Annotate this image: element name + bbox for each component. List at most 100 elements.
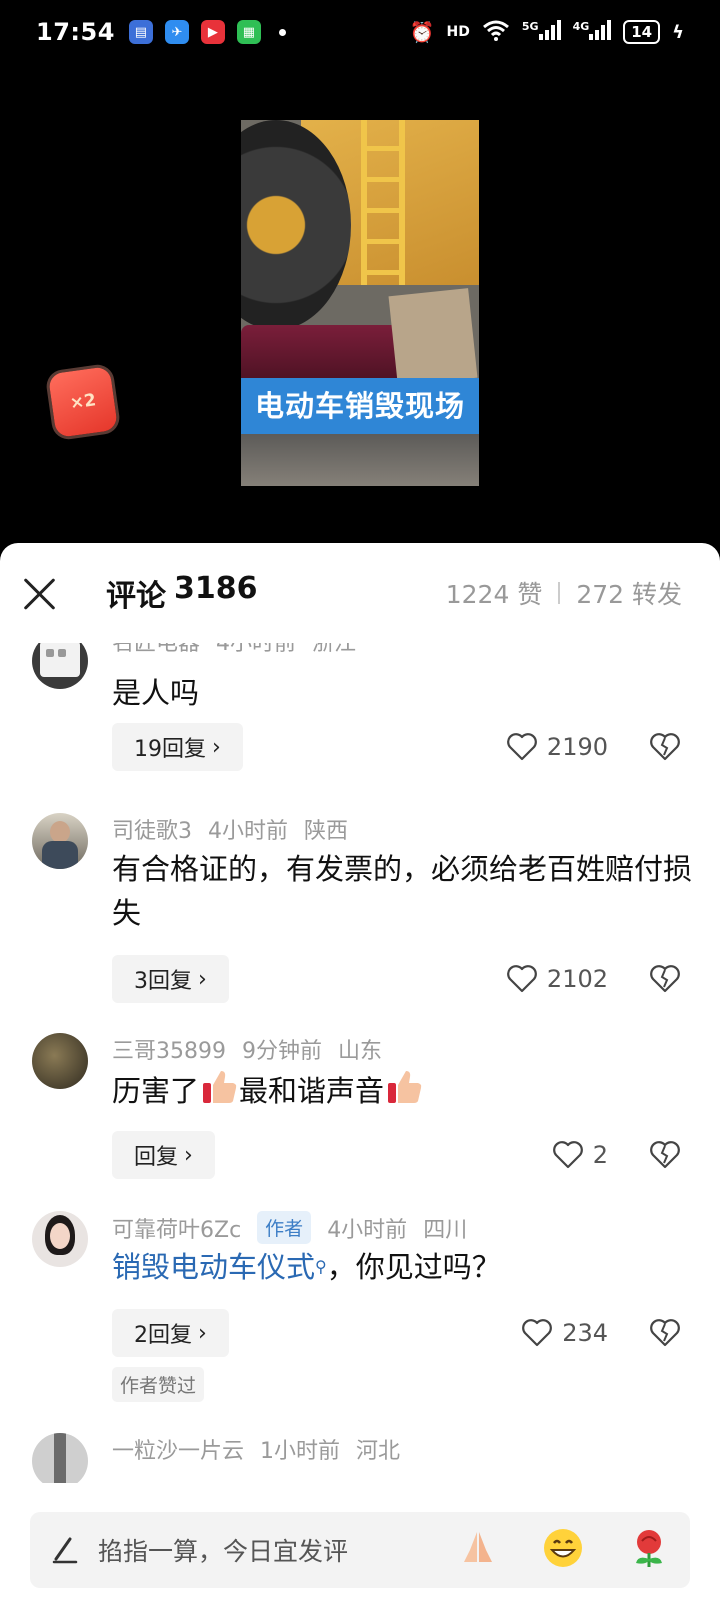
- reply-label: 3回复: [134, 969, 192, 994]
- avatar[interactable]: [32, 813, 88, 869]
- comment-time: 4小时前: [208, 819, 288, 844]
- video-frame[interactable]: 电动车销毁现场: [241, 120, 479, 486]
- video-caption: 电动车销毁现场: [241, 378, 479, 434]
- broken-heart-icon: [650, 733, 680, 761]
- search-link[interactable]: 销毁电动车仪式: [112, 1250, 315, 1284]
- comment-text: 历害了 最和谐声音: [112, 1067, 692, 1119]
- app-notification-icon: ▤: [128, 20, 153, 44]
- signal-4g-icon: 4G: [573, 20, 612, 44]
- pray-emoji[interactable]: [458, 1528, 498, 1572]
- signal-5g-icon: 5G: [522, 20, 561, 44]
- heart-icon: [552, 1141, 583, 1169]
- like-button[interactable]: 234: [522, 1309, 608, 1357]
- status-app-icons: ▤ ✈ ▶ ▦: [128, 20, 286, 44]
- reply-button[interactable]: 回复 ›: [112, 1131, 215, 1179]
- comment-meta: 名匠电器 4小时前 浙江: [112, 643, 356, 657]
- comment-sheet: 评论 3186 1224 赞 272 转发 名匠电器 4小时前 浙江 是人吗 1…: [0, 543, 720, 1612]
- reply-label: 回复: [134, 1145, 179, 1170]
- comment-username[interactable]: 三哥35899: [112, 1033, 226, 1065]
- comment-text: 是人吗: [112, 676, 200, 710]
- shares-total[interactable]: 272 转发: [576, 575, 682, 611]
- heart-icon: [507, 733, 537, 761]
- comment-username[interactable]: 司徒歌3: [112, 813, 192, 845]
- comment-text-part: 历害了: [112, 1074, 200, 1108]
- heart-icon: [522, 1319, 553, 1347]
- video-player[interactable]: 电动车销毁现场 ×2: [0, 64, 720, 544]
- post-stats: 1224 赞 272 转发: [446, 575, 682, 611]
- avatar[interactable]: [32, 1211, 88, 1267]
- comment-time: 4小时前: [327, 1217, 408, 1243]
- comment-username[interactable]: 可靠荷叶6Zc: [112, 1212, 241, 1244]
- comment-count: 3186: [174, 571, 258, 606]
- reply-label: 19回复: [134, 737, 206, 762]
- hd-icon: HD: [446, 24, 470, 40]
- dislike-button[interactable]: [648, 1131, 682, 1179]
- comment-time: 4小时前: [216, 643, 297, 656]
- likes-total[interactable]: 1224 赞: [446, 575, 543, 611]
- comment-input-bar[interactable]: 掐指一算，今日宜发评: [30, 1512, 690, 1588]
- comment-text: 有合格证的，有发票的，必须给老百姓赔付损失: [112, 852, 693, 930]
- comment-location: 山东: [338, 1039, 383, 1064]
- reply-button[interactable]: 2回复 ›: [112, 1309, 229, 1357]
- like-count: 234: [562, 1319, 608, 1347]
- comment-input[interactable]: 掐指一算，今日宜发评: [98, 1532, 348, 1568]
- pen-icon: [50, 1535, 80, 1565]
- avatar[interactable]: [32, 643, 88, 689]
- comment-meta: 可靠荷叶6Zc 作者 4小时前 四川: [112, 1211, 467, 1244]
- broken-heart-icon: [650, 965, 680, 993]
- comment-meta: 三哥35899 9分钟前 山东: [112, 1033, 382, 1065]
- comment-sheet-header: 评论 3186 1224 赞 272 转发: [0, 543, 720, 643]
- avatar[interactable]: [32, 1033, 88, 1089]
- like-count: 2190: [546, 733, 608, 761]
- reply-button[interactable]: 19回复 ›: [112, 723, 243, 771]
- charging-icon: ϟ: [672, 21, 684, 43]
- author-liked-tag: 作者赞过: [112, 1367, 205, 1402]
- broken-heart-icon: [650, 1319, 680, 1347]
- video-ladder-graphic: [361, 120, 405, 285]
- more-notifications-dot: [278, 28, 286, 36]
- wifi-icon: [482, 19, 510, 45]
- dislike-button[interactable]: [648, 723, 682, 771]
- comment-text-part: ，你见过吗？: [326, 1250, 501, 1284]
- app-notification-icon: ▶: [200, 20, 225, 44]
- comment-title: 评论 3186: [106, 571, 258, 615]
- thumbs-up-emoji: [384, 1067, 424, 1119]
- close-icon[interactable]: [20, 573, 60, 613]
- chevron-right-icon: ›: [212, 734, 221, 760]
- like-button[interactable]: 2102: [507, 955, 608, 1003]
- dislike-button[interactable]: [648, 1309, 682, 1357]
- comment-text-part: 最和谐声音: [239, 1074, 385, 1108]
- heart-icon: [507, 965, 537, 993]
- comment-username[interactable]: 名匠电器: [112, 643, 200, 657]
- author-badge: 作者: [257, 1211, 312, 1244]
- alarm-icon: ⏰: [409, 20, 435, 44]
- reply-button[interactable]: 3回复 ›: [112, 955, 229, 1003]
- comment-meta: 司徒歌3 4小时前 陕西: [112, 813, 348, 845]
- search-icon[interactable]: ⚲: [315, 1257, 327, 1276]
- rose-emoji[interactable]: [628, 1527, 670, 1573]
- comment-location: 陕西: [304, 819, 349, 844]
- grin-emoji[interactable]: [542, 1527, 584, 1573]
- chevron-right-icon: ›: [198, 966, 207, 992]
- thumbs-up-emoji: [199, 1067, 239, 1119]
- status-indicators: ⏰ HD 5G 4G 14 ϟ: [410, 19, 684, 45]
- like-button[interactable]: 2: [552, 1131, 608, 1179]
- dislike-button[interactable]: [648, 955, 682, 1003]
- like-button[interactable]: 2190: [507, 723, 608, 771]
- comment-list[interactable]: 名匠电器 4小时前 浙江 是人吗 19回复 › 2190 司徒歌3 4小时前 陕…: [0, 643, 720, 1483]
- comment-text: 销毁电动车仪式⚲，你见过吗？: [112, 1245, 692, 1289]
- app-notification-icon: ✈: [164, 20, 189, 44]
- video-board-graphic: [388, 288, 478, 386]
- comment-title-label: 评论: [106, 579, 166, 614]
- reply-label: 2回复: [134, 1323, 192, 1348]
- battery-indicator: 14: [623, 20, 661, 44]
- app-notification-icon: ▦: [236, 20, 261, 44]
- avatar[interactable]: [32, 1433, 88, 1483]
- red-packet-icon[interactable]: ×2: [47, 365, 119, 439]
- status-time: 17:54: [36, 18, 115, 46]
- comment-username[interactable]: 一粒沙一片云: [112, 1433, 244, 1465]
- like-count: 2: [592, 1141, 608, 1169]
- comment-time: 1小时前: [260, 1439, 341, 1464]
- comment-location: 河北: [356, 1439, 401, 1464]
- comment-time: 9分钟前: [242, 1039, 322, 1064]
